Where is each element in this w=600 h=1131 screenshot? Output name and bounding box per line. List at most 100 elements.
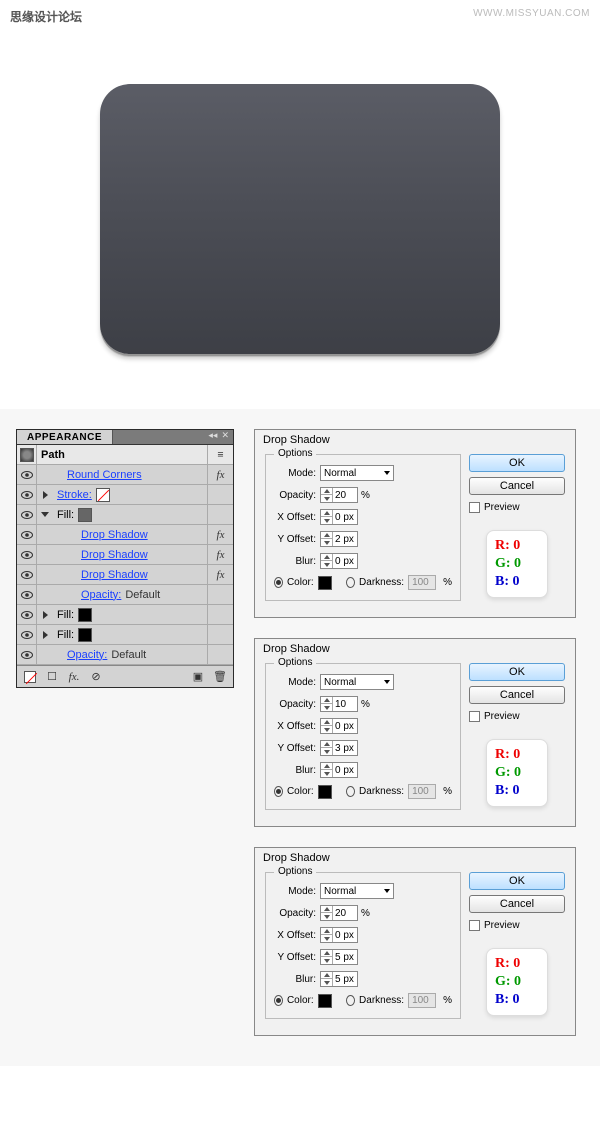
panel-tab-bar[interactable]: APPEARANCE ◂◂ ✕ — [17, 430, 233, 445]
number-input[interactable]: 5 px — [320, 971, 358, 987]
appearance-row[interactable]: Opacity: Default — [17, 645, 233, 665]
cancel-button[interactable]: Cancel — [469, 895, 565, 913]
gray-swatch-icon[interactable] — [78, 508, 92, 522]
darkness-label: Darkness: — [359, 577, 404, 588]
expand-toggle[interactable] — [37, 491, 53, 499]
color-label: Color: — [287, 995, 314, 1006]
row-label[interactable]: Stroke: — [53, 488, 207, 502]
path-header-row[interactable]: Path ≡ — [17, 445, 233, 465]
number-input[interactable]: 20 — [320, 487, 358, 503]
watermark-header: 思缘设计论坛 WWW.MISSYUAN.COM — [0, 0, 600, 29]
visibility-eye-icon[interactable] — [17, 605, 37, 624]
fx-icon — [207, 505, 233, 524]
number-input[interactable]: 0 px — [320, 553, 358, 569]
panel-close-icon[interactable]: ✕ — [221, 430, 229, 441]
darkness-radio[interactable] — [346, 995, 355, 1006]
expand-toggle[interactable] — [37, 631, 53, 639]
darkness-label: Darkness: — [359, 786, 404, 797]
darkness-input: 100 — [408, 784, 436, 799]
appearance-row[interactable]: Drop Shadowfx — [17, 525, 233, 545]
darkness-radio[interactable] — [346, 577, 355, 588]
number-input[interactable]: 10 — [320, 696, 358, 712]
row-label[interactable]: Opacity: Default — [53, 589, 207, 601]
appearance-row[interactable]: Drop Shadowfx — [17, 565, 233, 585]
row-label[interactable]: Opacity: Default — [53, 649, 207, 661]
fx-icon[interactable]: fx — [207, 525, 233, 544]
number-input[interactable]: 3 px — [320, 740, 358, 756]
visibility-eye-icon[interactable] — [17, 485, 37, 504]
row-label[interactable]: Fill: — [53, 628, 207, 642]
appearance-row[interactable]: Drop Shadowfx — [17, 545, 233, 565]
color-radio[interactable] — [274, 786, 283, 797]
visibility-eye-icon[interactable] — [17, 565, 37, 584]
number-input[interactable]: 0 px — [320, 927, 358, 943]
row-label[interactable]: Drop Shadow — [53, 529, 207, 541]
none-swatch-icon[interactable] — [96, 488, 110, 502]
color-chip[interactable] — [318, 576, 332, 590]
no-stroke-icon[interactable] — [23, 670, 37, 684]
number-input[interactable]: 2 px — [320, 531, 358, 547]
mode-select[interactable]: Normal — [320, 883, 394, 899]
black-swatch-icon[interactable] — [78, 628, 92, 642]
row-label[interactable]: Drop Shadow — [53, 569, 207, 581]
visibility-eye-icon[interactable] — [17, 625, 37, 644]
path-thumb-icon — [17, 445, 37, 464]
appearance-row[interactable]: Fill: — [17, 505, 233, 525]
number-input[interactable]: 5 px — [320, 949, 358, 965]
clear-icon[interactable]: ⊘ — [89, 670, 103, 684]
appearance-row[interactable]: Round Cornersfx — [17, 465, 233, 485]
cancel-button[interactable]: Cancel — [469, 686, 565, 704]
appearance-row[interactable]: Fill: — [17, 625, 233, 645]
number-input[interactable]: 20 — [320, 905, 358, 921]
appearance-tab[interactable]: APPEARANCE — [17, 430, 113, 444]
mode-select[interactable]: Normal — [320, 465, 394, 481]
mode-select[interactable]: Normal — [320, 674, 394, 690]
visibility-eye-icon[interactable] — [17, 645, 37, 664]
options-legend: Options — [274, 866, 316, 877]
dialog-title: Drop Shadow — [255, 430, 575, 450]
fx-icon[interactable]: fx — [207, 465, 233, 484]
ok-button[interactable]: OK — [469, 454, 565, 472]
new-fill-icon[interactable]: ☐ — [45, 670, 59, 684]
row-label[interactable]: Fill: — [53, 608, 207, 622]
duplicate-icon[interactable]: ▣ — [191, 670, 205, 684]
black-swatch-icon[interactable] — [78, 608, 92, 622]
visibility-eye-icon[interactable] — [17, 525, 37, 544]
color-radio[interactable] — [274, 577, 283, 588]
fx-icon[interactable]: fx — [207, 565, 233, 584]
path-menu-icon[interactable]: ≡ — [207, 445, 233, 464]
options-legend: Options — [274, 448, 316, 459]
preview-checkbox[interactable] — [469, 502, 480, 513]
cancel-button[interactable]: Cancel — [469, 477, 565, 495]
visibility-eye-icon[interactable] — [17, 585, 37, 604]
row-label[interactable]: Drop Shadow — [53, 549, 207, 561]
visibility-eye-icon[interactable] — [17, 545, 37, 564]
appearance-row[interactable]: Fill: — [17, 605, 233, 625]
preview-checkbox[interactable] — [469, 920, 480, 931]
preview-checkbox[interactable] — [469, 711, 480, 722]
color-radio[interactable] — [274, 995, 283, 1006]
number-input[interactable]: 0 px — [320, 509, 358, 525]
blur-label: Blur: — [274, 556, 320, 567]
row-label[interactable]: Fill: — [53, 508, 207, 522]
darkness-input: 100 — [408, 575, 436, 590]
rgb-r-value: R: 0 — [495, 537, 539, 555]
ok-button[interactable]: OK — [469, 872, 565, 890]
visibility-eye-icon[interactable] — [17, 465, 37, 484]
number-input[interactable]: 0 px — [320, 762, 358, 778]
expand-toggle[interactable] — [37, 611, 53, 619]
color-chip[interactable] — [318, 994, 332, 1008]
fx-icon[interactable]: fx — [207, 545, 233, 564]
fx-menu-icon[interactable]: fx. — [67, 670, 81, 684]
color-chip[interactable] — [318, 785, 332, 799]
appearance-row[interactable]: Stroke: — [17, 485, 233, 505]
appearance-row[interactable]: Opacity: Default — [17, 585, 233, 605]
number-input[interactable]: 0 px — [320, 718, 358, 734]
darkness-radio[interactable] — [346, 786, 355, 797]
expand-toggle[interactable] — [37, 512, 53, 517]
panel-collapse-icon[interactable]: ◂◂ — [208, 430, 217, 441]
row-label[interactable]: Round Corners — [53, 469, 207, 481]
visibility-eye-icon[interactable] — [17, 505, 37, 524]
delete-icon[interactable]: 🗑 — [213, 670, 227, 684]
ok-button[interactable]: OK — [469, 663, 565, 681]
